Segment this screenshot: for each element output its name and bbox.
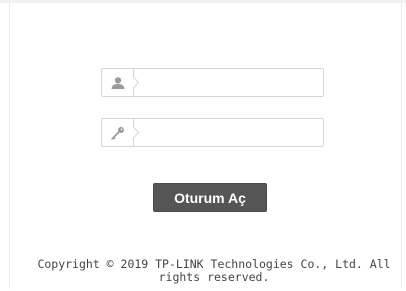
password-input[interactable] — [142, 121, 318, 143]
key-icon — [102, 119, 133, 146]
user-icon — [102, 69, 133, 96]
login-button[interactable]: Oturum Aç — [153, 183, 267, 212]
field-separator — [133, 69, 140, 96]
copyright-text: Copyright © 2019 TP-LINK Technologies Co… — [37, 257, 391, 284]
field-separator — [133, 119, 140, 146]
username-input[interactable] — [142, 71, 318, 93]
login-page: Oturum Aç Copyright © 2019 TP-LINK Techn… — [0, 0, 406, 291]
password-field[interactable] — [101, 118, 324, 147]
username-field[interactable] — [101, 68, 324, 97]
